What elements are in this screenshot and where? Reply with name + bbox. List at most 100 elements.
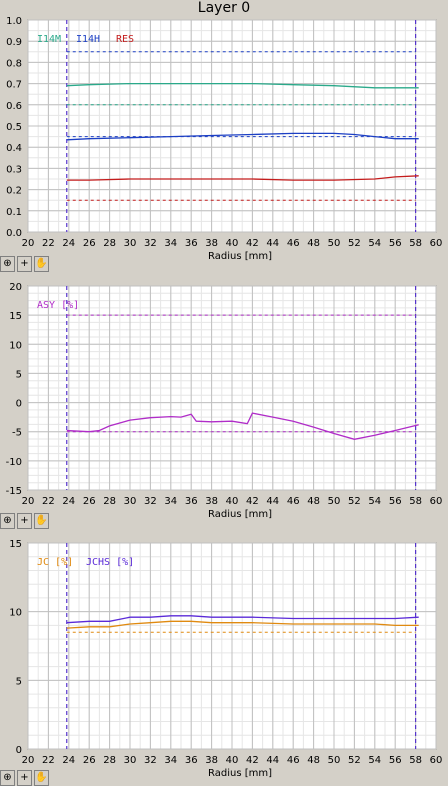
x-tick-label: 28 (103, 755, 116, 766)
y-tick-label: 5 (16, 676, 22, 687)
x-tick-label: 48 (307, 496, 320, 507)
x-tick-label: 32 (144, 755, 157, 766)
x-tick-label: 20 (22, 496, 35, 507)
crosshair-icon[interactable]: + (17, 256, 32, 272)
x-tick-label: 48 (307, 755, 320, 766)
x-tick-label: 48 (307, 238, 320, 249)
x-axis-label: Radius [mm] (208, 509, 272, 520)
y-tick-label: 0.5 (6, 122, 22, 133)
x-tick-label: 26 (83, 755, 96, 766)
chart-3: 05101520 22 24 26 28 30 32 34 36 38 40 42 44 46 48 50 52… (9, 539, 442, 779)
x-tick-label: 56 (389, 755, 402, 766)
x-tick-label: 36 (185, 496, 198, 507)
x-tick-label: 58 (409, 496, 422, 507)
x-tick-label: 32 (144, 496, 157, 507)
x-tick-label: 36 (185, 755, 198, 766)
x-tick-label: 38 (205, 496, 218, 507)
hand-icon[interactable]: ✋ (34, 513, 49, 529)
x-tick-label: 60 (430, 238, 443, 249)
x-tick-label: 50 (328, 496, 341, 507)
y-tick-label: 15 (9, 539, 22, 550)
y-tick-label: 0.6 (6, 101, 22, 112)
chart-toolbar-2: ⊕ + ✋ (0, 513, 49, 529)
x-tick-label: 46 (287, 755, 300, 766)
x-tick-label: 22 (42, 496, 55, 507)
x-tick-label: 40 (226, 238, 239, 249)
zoom-icon[interactable]: ⊕ (0, 256, 15, 272)
y-tick-label: 20 (9, 282, 22, 293)
chart-toolbar-3: ⊕ + ✋ (0, 770, 49, 786)
legend-entry: JC [%] (37, 557, 73, 568)
x-tick-label: 42 (246, 496, 259, 507)
x-tick-label: 38 (205, 755, 218, 766)
x-tick-label: 20 (22, 755, 35, 766)
x-tick-label: 30 (124, 755, 137, 766)
x-tick-label: 60 (430, 496, 443, 507)
y-tick-label: 0.0 (6, 228, 22, 239)
x-tick-label: 26 (83, 238, 96, 249)
x-tick-label: 24 (62, 755, 75, 766)
x-tick-label: 40 (226, 496, 239, 507)
x-tick-label: 54 (368, 755, 381, 766)
x-tick-label: 26 (83, 496, 96, 507)
x-tick-label: 30 (124, 238, 137, 249)
x-tick-label: 44 (266, 755, 279, 766)
chart-toolbar-1: ⊕ + ✋ (0, 256, 49, 272)
y-tick-label: 0.7 (6, 80, 22, 91)
x-tick-label: 36 (185, 238, 198, 249)
y-tick-label: -15 (6, 486, 22, 497)
hand-icon[interactable]: ✋ (34, 770, 49, 786)
y-tick-label: 10 (9, 340, 22, 351)
x-tick-label: 32 (144, 238, 157, 249)
y-tick-label: -10 (6, 457, 22, 468)
x-tick-label: 30 (124, 496, 137, 507)
chart-1: 0.0 0.1 0.2 0.3 0.4 0.5 0.6 0.7 0.8 0.9 1.0 20 22 24 2… (6, 16, 442, 262)
x-axis-label: Radius [mm] (208, 768, 272, 779)
x-tick-label: 52 (348, 496, 361, 507)
legend-entry: I14H (76, 34, 100, 45)
x-tick-label: 56 (389, 496, 402, 507)
legend-entry: JCHS [%] (86, 557, 134, 568)
zoom-icon[interactable]: ⊕ (0, 513, 15, 529)
x-tick-label: 52 (348, 755, 361, 766)
x-tick-label: 44 (266, 238, 279, 249)
zoom-icon[interactable]: ⊕ (0, 770, 15, 786)
x-tick-label: 56 (389, 238, 402, 249)
y-tick-label: 0.4 (6, 143, 22, 154)
x-tick-label: 54 (368, 496, 381, 507)
y-tick-label: 0.9 (6, 37, 22, 48)
x-tick-label: 20 (22, 238, 35, 249)
chart-2: -15 -10 -5 0 5 10 15 20 20 22 24 26 28 30 32 34 36 38 40 42… (6, 282, 443, 520)
y-tick-label: 0.1 (6, 207, 22, 218)
x-tick-label: 24 (62, 496, 75, 507)
x-tick-label: 28 (103, 496, 116, 507)
crosshair-icon[interactable]: + (17, 513, 32, 529)
x-tick-label: 58 (409, 755, 422, 766)
x-tick-label: 42 (246, 755, 259, 766)
legend-entry: RES (116, 34, 134, 45)
y-tick-label: 1.0 (6, 16, 22, 27)
x-tick-label: 38 (205, 238, 218, 249)
x-tick-label: 34 (164, 238, 177, 249)
x-tick-label: 40 (226, 755, 239, 766)
x-axis-label: Radius [mm] (208, 251, 272, 262)
x-tick-label: 44 (266, 496, 279, 507)
x-tick-label: 22 (42, 755, 55, 766)
y-tick-label: -5 (12, 428, 22, 439)
x-tick-label: 42 (246, 238, 259, 249)
y-tick-label: 0.3 (6, 164, 22, 175)
x-tick-label: 50 (328, 238, 341, 249)
x-tick-label: 50 (328, 755, 341, 766)
crosshair-icon[interactable]: + (17, 770, 32, 786)
charts-canvas: 0.0 0.1 0.2 0.3 0.4 0.5 0.6 0.7 0.8 0.9 1.0 20 22 24 2… (6, 16, 443, 779)
y-tick-label: 0.8 (6, 58, 22, 69)
legend-entry: I14M (37, 34, 61, 45)
x-tick-label: 24 (62, 238, 75, 249)
x-tick-label: 34 (164, 496, 177, 507)
y-tick-label: 0 (16, 399, 22, 410)
y-tick-label: 5 (16, 369, 22, 380)
y-tick-label: 0.2 (6, 186, 22, 197)
x-tick-label: 22 (42, 238, 55, 249)
x-tick-label: 46 (287, 496, 300, 507)
hand-icon[interactable]: ✋ (34, 256, 49, 272)
